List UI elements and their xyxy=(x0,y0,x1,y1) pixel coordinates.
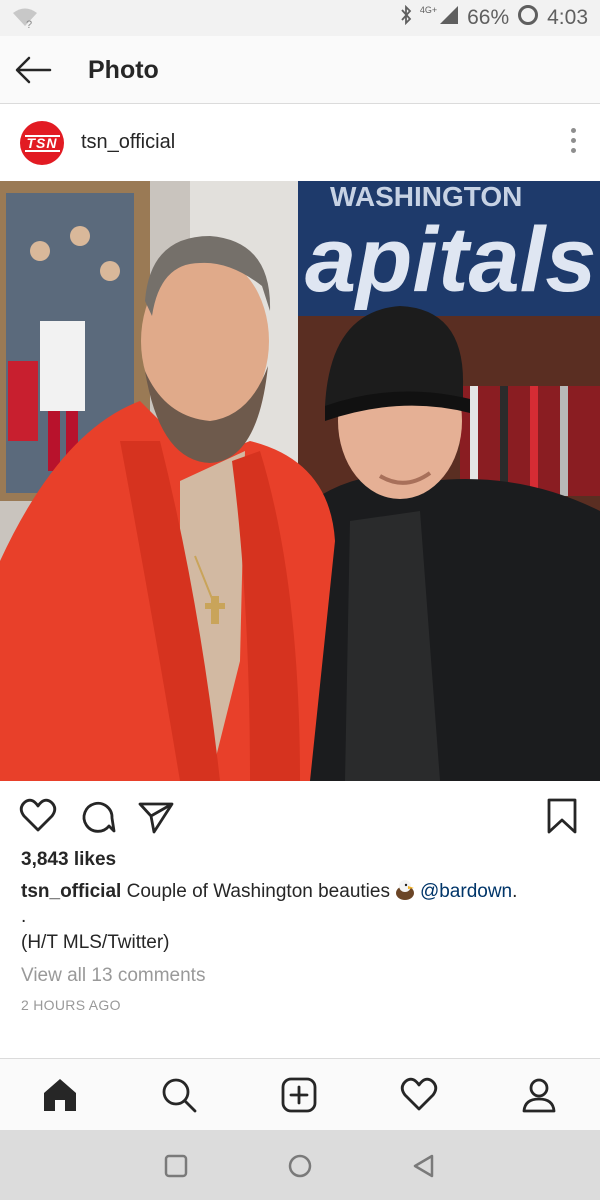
activity-icon[interactable] xyxy=(399,1075,439,1115)
app-header: Photo xyxy=(0,36,600,104)
likes-count[interactable]: 3,843 likes xyxy=(21,849,116,871)
svg-text:?: ? xyxy=(26,19,32,30)
wifi-unknown-icon: ? xyxy=(12,6,38,35)
avatar-logo: TSN xyxy=(24,134,60,152)
view-comments-link[interactable]: View all 13 comments xyxy=(21,965,205,987)
caption-username[interactable]: tsn_official xyxy=(21,881,121,902)
page-title: Photo xyxy=(88,56,159,84)
post-header: TSN tsn_official xyxy=(0,106,600,180)
caption-mention[interactable]: @bardown xyxy=(420,881,512,902)
battery-icon xyxy=(517,4,539,32)
recents-icon[interactable] xyxy=(162,1152,190,1180)
caption-dot: . xyxy=(21,906,27,927)
post-photo[interactable]: apitals WASHINGTON xyxy=(0,181,600,781)
back-arrow-icon[interactable] xyxy=(14,52,54,88)
svg-text:WASHINGTON: WASHINGTON xyxy=(330,181,522,212)
battery-percent: 66% xyxy=(467,6,510,29)
clock: 4:03 xyxy=(547,6,588,29)
network-type: 4G+ xyxy=(419,5,438,15)
status-bar: ? 4G+ 66% 4:03 xyxy=(0,0,600,36)
bottom-tab-bar xyxy=(0,1058,600,1130)
post-username[interactable]: tsn_official xyxy=(81,131,175,154)
heart-icon[interactable] xyxy=(18,796,58,836)
comment-icon[interactable] xyxy=(78,796,118,836)
caption-mention-suffix: . xyxy=(512,881,518,902)
more-vertical-icon[interactable] xyxy=(566,128,580,158)
system-nav-bar xyxy=(0,1130,600,1200)
back-triangle-icon[interactable] xyxy=(410,1152,438,1180)
profile-icon[interactable] xyxy=(519,1075,559,1115)
bluetooth-icon xyxy=(400,4,412,31)
bookmark-icon[interactable] xyxy=(542,796,582,836)
post-caption: tsn_official Couple of Washington beauti… xyxy=(21,879,517,907)
post-actions xyxy=(0,782,600,846)
avatar[interactable]: TSN xyxy=(20,121,64,165)
eagle-emoji-icon xyxy=(394,879,416,907)
new-post-icon[interactable] xyxy=(279,1075,319,1115)
signal-icon xyxy=(439,5,459,31)
status-indicators: 4G+ 66% 4:03 xyxy=(400,0,588,36)
home-circle-icon[interactable] xyxy=(286,1152,314,1180)
caption-credit: (H/T MLS/Twitter) xyxy=(21,932,170,953)
caption-text: Couple of Washington beauties xyxy=(126,881,390,902)
search-icon[interactable] xyxy=(159,1075,199,1115)
share-icon[interactable] xyxy=(136,796,176,836)
home-icon[interactable] xyxy=(40,1075,80,1115)
post-timestamp: 2 HOURS AGO xyxy=(21,997,121,1013)
svg-text:apitals: apitals xyxy=(305,209,596,311)
